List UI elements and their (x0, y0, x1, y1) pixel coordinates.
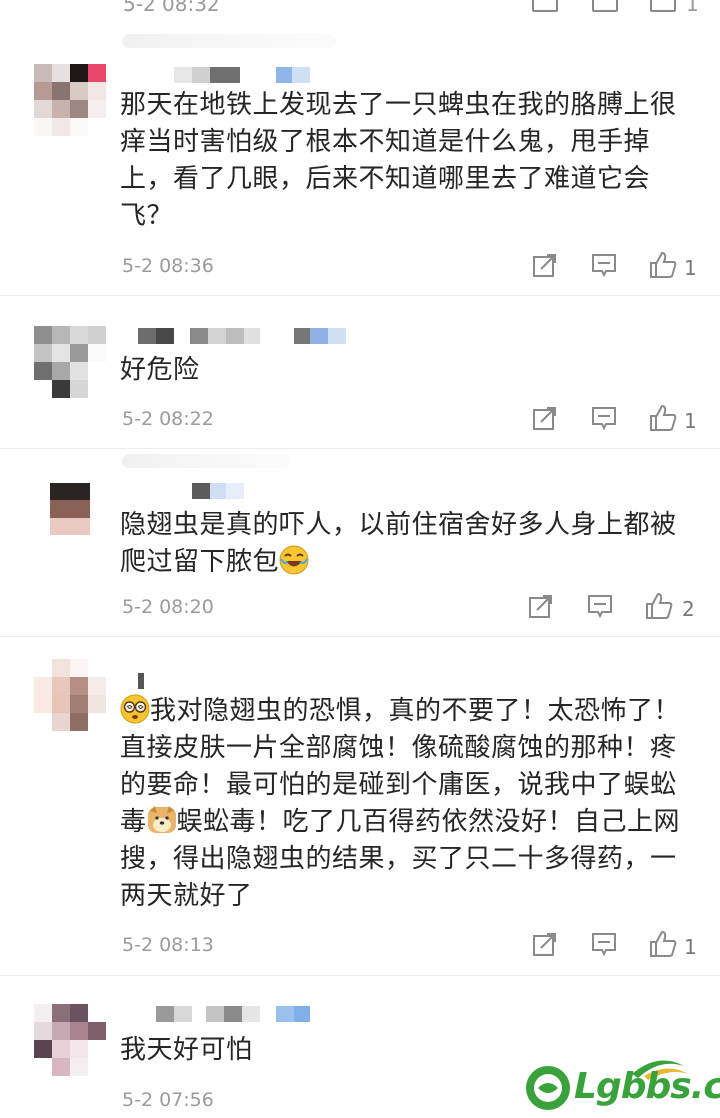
comment-text: 我对隐翅虫的恐惧，真的不要了！太恐怖了！直接皮肤一片全部腐蚀！像硫酸腐蚀的那种！… (120, 694, 681, 911)
username-blurred[interactable] (122, 67, 310, 83)
timestamp: 5-2 08:32 (123, 0, 220, 14)
comment-timestamp: 5-2 07:56 (122, 1089, 214, 1111)
laughing-emoji (279, 545, 309, 575)
divider (0, 636, 720, 637)
comment-icon[interactable] (587, 593, 613, 619)
avatar[interactable] (34, 326, 106, 398)
comment-icon[interactable] (592, 0, 618, 12)
doge-emoji (147, 806, 176, 833)
divider (0, 975, 720, 976)
avatar[interactable] (50, 483, 90, 535)
comment-icon[interactable] (591, 252, 617, 278)
comment-text: 好危险 (120, 355, 200, 385)
share-icon[interactable] (532, 252, 558, 278)
avatar[interactable] (34, 64, 106, 136)
comment-text: 那天在地铁上发现去了一只蜱虫在我的胳膊上很痒当时害怕级了根本不知道是什么鬼，甩手… (120, 90, 677, 231)
avatar[interactable] (34, 659, 106, 731)
like-icon[interactable] (644, 591, 674, 621)
username-blurred[interactable] (122, 328, 346, 344)
like-count: 1 (686, 0, 699, 14)
dizzy-emoji (120, 694, 150, 724)
avatar[interactable] (34, 1004, 106, 1076)
like-count: 1 (684, 256, 697, 280)
comment-timestamp: 5-2 08:20 (122, 596, 214, 618)
like-icon[interactable] (648, 929, 678, 959)
blurred-reply-stub (122, 34, 336, 48)
blurred-reply-stub (122, 454, 290, 468)
share-icon[interactable] (528, 593, 554, 619)
share-icon[interactable] (532, 931, 558, 957)
previous-comment-actions: 5-2 08:32 1 (0, 0, 720, 14)
like-icon[interactable] (648, 403, 678, 433)
username-blurred[interactable] (122, 483, 244, 499)
comment-timestamp: 5-2 08:36 (122, 255, 214, 277)
comment-text: 隐翅虫是真的吓人，以前住宿舍好多人身上都被爬过留下脓包 (120, 510, 677, 577)
like-icon[interactable] (648, 250, 678, 280)
watermark-text: Lgbbs.cn (574, 1066, 720, 1107)
share-icon[interactable] (532, 405, 558, 431)
site-watermark: Lgbbs.cn (520, 1048, 720, 1116)
share-icon[interactable] (532, 0, 558, 12)
comment-icon[interactable] (591, 405, 617, 431)
like-count: 1 (684, 935, 697, 959)
like-icon[interactable] (650, 0, 676, 12)
comment-timestamp: 5-2 08:13 (122, 934, 214, 956)
comment-icon[interactable] (591, 931, 617, 957)
like-count: 2 (682, 597, 695, 621)
username-blurred[interactable] (122, 673, 144, 689)
like-count: 1 (684, 409, 697, 433)
username-blurred[interactable] (122, 1006, 310, 1022)
divider (0, 448, 720, 449)
comment-timestamp: 5-2 08:22 (122, 408, 214, 430)
divider (0, 295, 720, 296)
